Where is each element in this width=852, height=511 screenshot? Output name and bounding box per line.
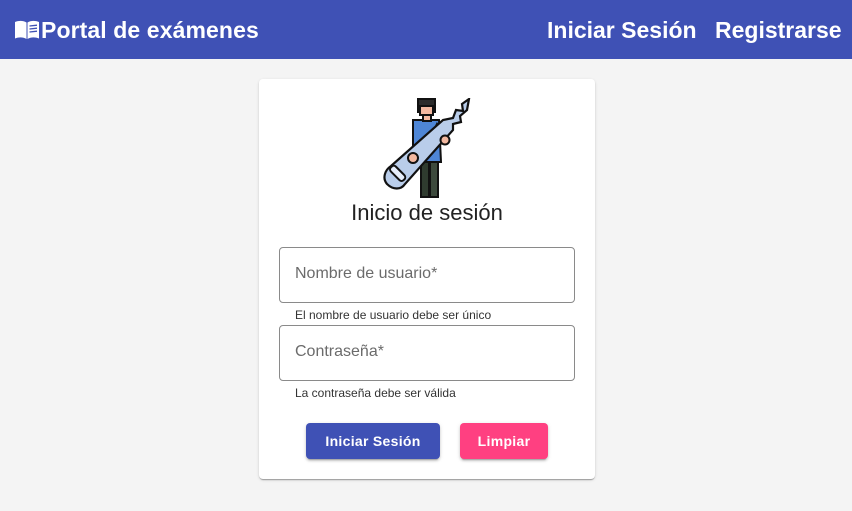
login-card: Inicio de sesión Nombre de usuario* El n…	[259, 79, 595, 479]
nav-login-link[interactable]: Iniciar Sesión	[547, 15, 697, 45]
username-hint: El nombre de usuario debe ser único	[295, 308, 492, 322]
clear-button[interactable]: Limpiar	[460, 423, 548, 459]
brand-link[interactable]: Portal de exámenes	[14, 15, 259, 45]
login-title: Inicio de sesión	[351, 200, 503, 225]
username-input[interactable]	[295, 248, 561, 302]
book-open-icon	[14, 19, 40, 41]
person-with-key-icon	[383, 96, 473, 200]
password-field[interactable]: Contraseña*	[279, 325, 575, 381]
password-hint: La contraseña debe ser válida	[295, 386, 456, 400]
username-field[interactable]: Nombre de usuario*	[279, 247, 575, 303]
top-toolbar: Portal de exámenes Iniciar Sesión Regist…	[0, 0, 852, 59]
login-button[interactable]: Iniciar Sesión	[306, 423, 440, 459]
nav-register-link[interactable]: Registrarse	[715, 15, 842, 45]
password-input[interactable]	[295, 326, 561, 380]
brand-title: Portal de exámenes	[41, 16, 259, 43]
